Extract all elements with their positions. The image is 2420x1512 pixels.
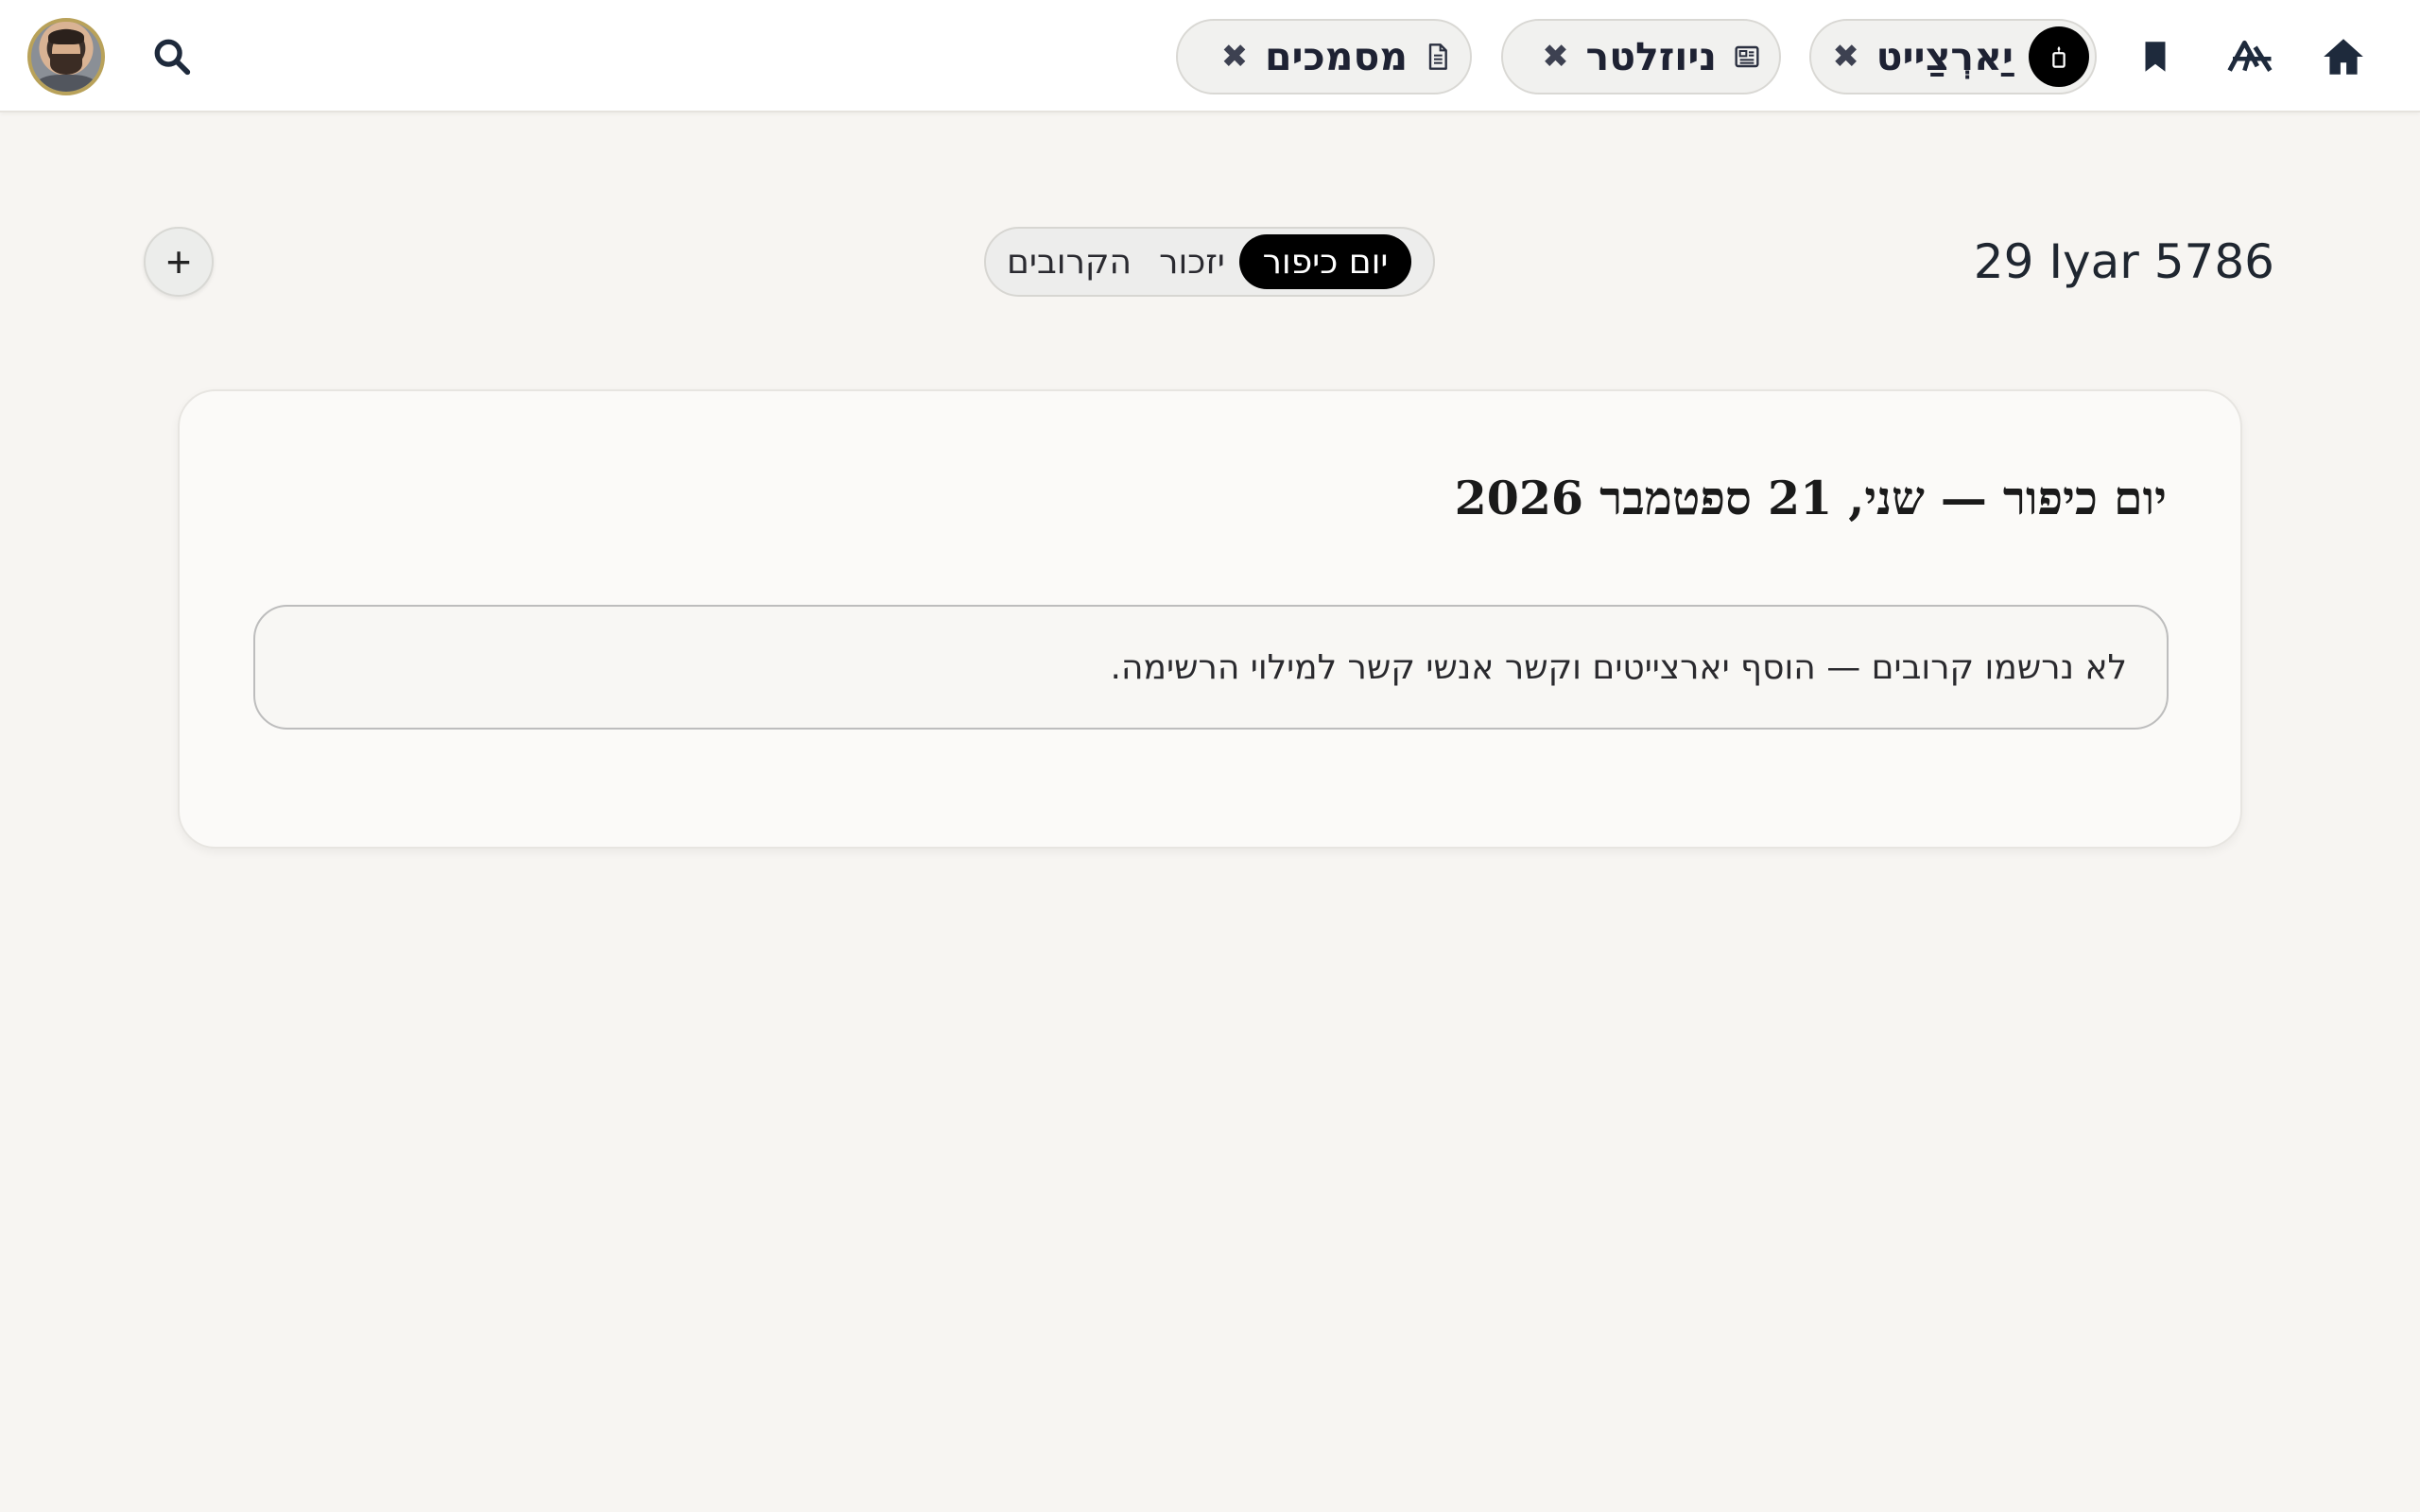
hebrew-calendar-icon xyxy=(2227,40,2273,72)
hebrew-calendar-button[interactable] xyxy=(2220,26,2280,87)
close-yahrzeit-tab-icon[interactable]: ✖ xyxy=(1829,40,1863,74)
tab-relatives[interactable]: הקרובים xyxy=(994,234,1145,289)
avatar-body xyxy=(35,75,97,92)
chip-label-documents: מסמכים xyxy=(1264,34,1408,79)
home-button[interactable] xyxy=(2313,26,2374,87)
hebrew-date: 29 Iyar 5786 xyxy=(1973,234,2274,289)
avatar-hair xyxy=(48,29,84,44)
chip-label-newsletter: ניוזלטר xyxy=(1585,34,1717,79)
user-avatar[interactable] xyxy=(27,18,105,95)
yom-kippur-card: יום כיפור — שני, 21 ספטמבר 2026 לא נרשמו… xyxy=(178,389,2242,849)
search-button[interactable] xyxy=(142,26,202,87)
bookmark-icon xyxy=(2145,42,2166,72)
tab-yizkor[interactable]: יזכור xyxy=(1145,234,1239,289)
avatar-beard xyxy=(50,54,82,75)
tab-chip-yahrzeit[interactable]: יַארְצַייט ✖ xyxy=(1809,19,2097,94)
empty-state-text: לא נרשמו קרובים — הוסף יארצייטים וקשר אנ… xyxy=(1110,647,2127,687)
tab-chip-documents[interactable]: מסמכים ✖ xyxy=(1176,19,1472,94)
tab-chip-newsletter[interactable]: ניוזלטר ✖ xyxy=(1501,19,1781,94)
add-button[interactable]: + xyxy=(144,227,214,297)
card-title: יום כיפור — שני, 21 ספטמבר 2026 xyxy=(1454,471,2167,525)
close-documents-tab-icon[interactable]: ✖ xyxy=(1218,40,1252,74)
document-icon xyxy=(1423,42,1453,72)
close-newsletter-tab-icon[interactable]: ✖ xyxy=(1539,40,1573,74)
empty-state-message: לא נרשמו קרובים — הוסף יארצייטים וקשר אנ… xyxy=(253,605,2169,730)
newsletter-icon xyxy=(1732,42,1762,72)
home-icon xyxy=(2324,39,2363,75)
tab-yom-kippur[interactable]: יום כיפור xyxy=(1239,234,1411,289)
top-navigation-bar: מסמכים ✖ ניוזלטר ✖ יַארְצַייט ✖ xyxy=(0,0,2420,112)
chip-label-yahrzeit: יַארְצַייט xyxy=(1876,34,2014,79)
candle-icon xyxy=(2029,26,2089,87)
view-switcher: הקרובים יזכור יום כיפור xyxy=(984,227,1435,297)
bookmarks-button[interactable] xyxy=(2125,26,2186,87)
search-icon xyxy=(154,39,191,76)
